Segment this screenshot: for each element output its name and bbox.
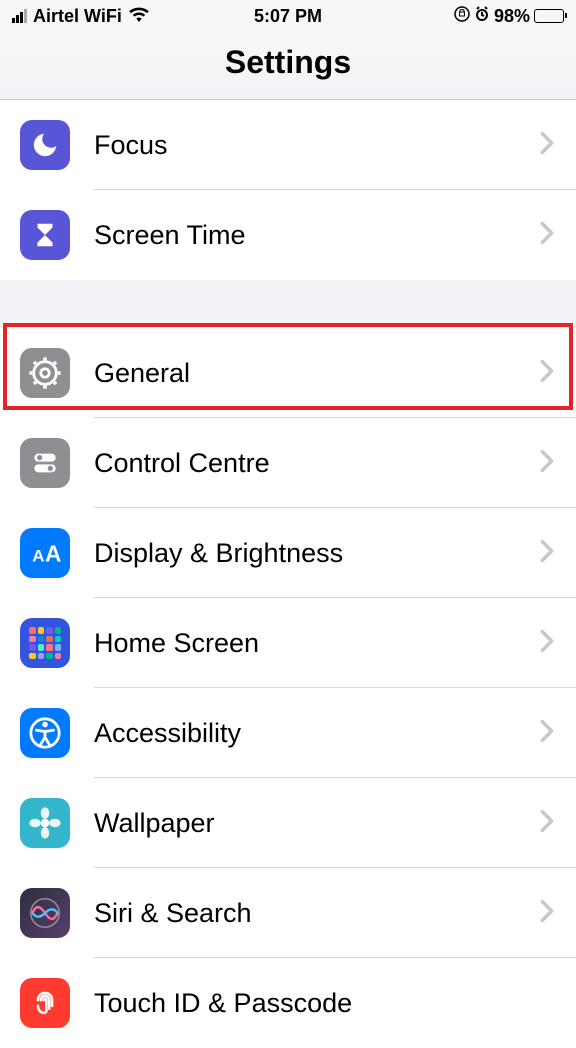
alarm-icon [474,6,490,27]
chevron-right-icon [540,449,554,478]
settings-row-home-screen[interactable]: Home Screen [0,598,576,688]
moon-icon [20,120,70,170]
svg-text:A: A [45,541,61,567]
settings-row-accessibility[interactable]: Accessibility [0,688,576,778]
settings-row-screentime[interactable]: Screen Time [0,190,576,280]
row-label: General [94,358,540,389]
battery-percent: 98% [494,6,530,27]
row-label: Home Screen [94,628,540,659]
carrier-label: Airtel WiFi [33,6,122,27]
status-left: Airtel WiFi [12,6,150,27]
header: Settings [0,32,576,100]
settings-row-focus[interactable]: Focus [0,100,576,190]
row-label: Touch ID & Passcode [94,988,576,1019]
settings-row-siri[interactable]: Siri & Search [0,868,576,958]
row-label: Focus [94,130,540,161]
chevron-right-icon [540,131,554,160]
battery-icon [534,9,564,23]
toggles-icon [20,438,70,488]
settings-row-control-centre[interactable]: Control Centre [0,418,576,508]
settings-row-display[interactable]: AA Display & Brightness [0,508,576,598]
svg-text:A: A [32,547,44,566]
status-right: 98% [454,6,564,27]
hourglass-icon [20,210,70,260]
orientation-lock-icon [454,6,470,27]
row-label: Display & Brightness [94,538,540,569]
chevron-right-icon [540,719,554,748]
row-label: Siri & Search [94,898,540,929]
row-label: Accessibility [94,718,540,749]
chevron-right-icon [540,899,554,928]
app-grid-icon [20,618,70,668]
row-label: Screen Time [94,220,540,251]
group-separator [0,280,576,328]
fingerprint-icon [20,978,70,1028]
row-label: Control Centre [94,448,540,479]
chevron-right-icon [540,359,554,388]
text-size-icon: AA [20,528,70,578]
gear-icon [20,348,70,398]
accessibility-icon [20,708,70,758]
page-title: Settings [0,44,576,81]
chevron-right-icon [540,629,554,658]
chevron-right-icon [540,539,554,568]
chevron-right-icon [540,809,554,838]
cellular-icon [12,9,27,23]
flower-icon [20,798,70,848]
settings-row-general[interactable]: General [0,328,576,418]
siri-icon [20,888,70,938]
settings-row-touchid[interactable]: Touch ID & Passcode [0,958,576,1048]
settings-row-wallpaper[interactable]: Wallpaper [0,778,576,868]
wifi-icon [128,6,150,27]
settings-list: Focus Screen Time General Control Centre [0,100,576,1048]
status-bar: Airtel WiFi 5:07 PM 98% [0,0,576,32]
row-label: Wallpaper [94,808,540,839]
time-label: 5:07 PM [254,6,322,27]
chevron-right-icon [540,221,554,250]
